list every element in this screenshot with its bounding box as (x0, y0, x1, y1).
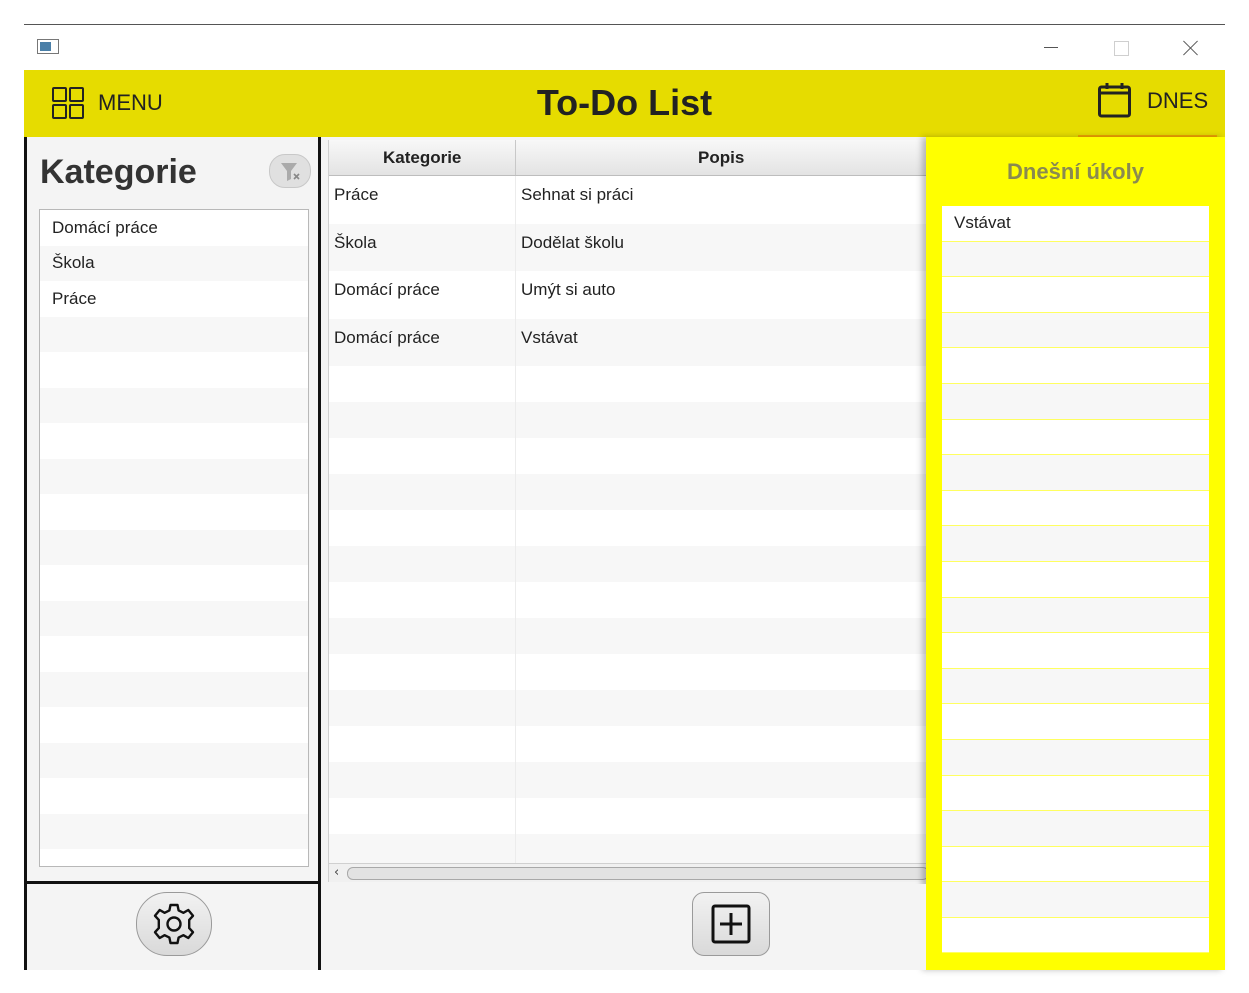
empty-row (942, 348, 1209, 384)
empty-row (329, 618, 927, 654)
empty-row (942, 882, 1209, 918)
empty-row (40, 494, 308, 530)
empty-row (329, 474, 927, 510)
table-header: Kategorie Popis (329, 140, 927, 176)
app-window: MENU To-Do List DNES Kategorie Domácí pr… (24, 24, 1225, 970)
empty-row (40, 636, 308, 672)
categories-title: Kategorie (40, 153, 197, 191)
cell-description: Umýt si auto (516, 271, 927, 319)
empty-row (40, 778, 308, 814)
cell-description: Sehnat si práci (516, 176, 927, 224)
today-label: DNES (1147, 88, 1209, 113)
filter-clear-icon (281, 163, 300, 181)
empty-row (40, 671, 308, 707)
table-row[interactable]: Domácí práce Vstávat (329, 318, 927, 366)
list-item[interactable]: Domácí práce (40, 210, 308, 246)
scroll-left-icon[interactable]: ‹ (334, 865, 339, 880)
scrollbar-thumb[interactable] (347, 867, 927, 880)
calendar-icon (1098, 83, 1131, 118)
clear-filter-button[interactable] (269, 154, 311, 188)
empty-row (942, 739, 1209, 776)
empty-row (329, 438, 927, 474)
empty-row (40, 458, 308, 494)
today-button[interactable]: DNES (1078, 78, 1217, 139)
empty-row (942, 668, 1209, 705)
cell-category: Práce (329, 176, 516, 224)
today-list[interactable]: Vstávat (942, 206, 1209, 953)
column-header-kategorie[interactable]: Kategorie (329, 140, 517, 175)
empty-row (329, 546, 927, 582)
empty-row (942, 704, 1209, 740)
empty-row (40, 387, 308, 423)
column-header-popis[interactable]: Popis (516, 140, 927, 175)
table-row[interactable]: Práce Sehnat si práci (329, 176, 927, 224)
today-title: Dnešní úkoly (1007, 159, 1144, 184)
maximize-button[interactable] (1100, 33, 1140, 63)
app-header: MENU To-Do List DNES (24, 70, 1225, 139)
minimize-button[interactable] (1030, 33, 1070, 63)
empty-row (40, 600, 308, 636)
table-row[interactable]: Škola Dodělat školu (329, 223, 927, 271)
tasks-table[interactable]: Kategorie Popis Práce Sehnat si práci Šk… (328, 140, 927, 882)
empty-row (40, 849, 308, 866)
empty-row (942, 562, 1209, 598)
empty-row (329, 798, 927, 834)
empty-row (40, 813, 308, 849)
settings-button[interactable] (136, 892, 212, 956)
plus-square-icon (711, 904, 751, 944)
empty-row (942, 526, 1209, 562)
close-button[interactable] (1170, 33, 1210, 63)
empty-row (40, 565, 308, 601)
empty-row (329, 366, 927, 402)
empty-row (329, 762, 927, 798)
empty-row (942, 776, 1209, 812)
table-row[interactable]: Domácí práce Umýt si auto (329, 271, 927, 319)
empty-row (40, 316, 308, 352)
empty-row (942, 277, 1209, 313)
categories-panel: Kategorie Domácí práce Škola Práce (24, 137, 321, 884)
empty-row (942, 811, 1209, 847)
empty-row (40, 352, 308, 388)
today-panel: Dnešní úkoly Vstávat (926, 137, 1225, 970)
empty-row (329, 690, 927, 726)
app-title: To-Do List (536, 82, 713, 123)
empty-row (329, 510, 927, 546)
empty-row (942, 633, 1209, 669)
empty-row (329, 402, 927, 438)
empty-row (329, 726, 927, 762)
list-item[interactable]: Škola (40, 245, 308, 281)
empty-row (942, 597, 1209, 634)
empty-row (329, 654, 927, 690)
empty-row (329, 582, 927, 618)
list-item[interactable]: Vstávat (942, 206, 1209, 242)
cell-category: Domácí práce (329, 271, 516, 319)
empty-row (942, 847, 1209, 883)
empty-row (942, 312, 1209, 349)
empty-row (942, 918, 1209, 953)
title-bar (24, 25, 1225, 70)
left-footer (24, 884, 321, 970)
tasks-panel: Kategorie Popis Práce Sehnat si práci Šk… (324, 137, 927, 884)
app-window-icon (37, 39, 59, 54)
empty-row (942, 455, 1209, 491)
cell-description: Dodělat školu (516, 223, 927, 271)
horizontal-scrollbar[interactable]: ‹ (329, 863, 927, 882)
cell-description: Vstávat (516, 318, 927, 366)
add-task-button[interactable] (692, 892, 770, 956)
empty-row (942, 420, 1209, 456)
empty-row (40, 707, 308, 743)
list-item[interactable]: Práce (40, 281, 308, 317)
empty-row (942, 383, 1209, 420)
categories-list[interactable]: Domácí práce Škola Práce (39, 209, 309, 867)
cell-category: Domácí práce (329, 318, 516, 366)
empty-row (942, 241, 1209, 278)
gear-icon (153, 903, 195, 945)
tasks-footer (321, 884, 926, 970)
empty-row (40, 742, 308, 778)
cell-category: Škola (329, 223, 516, 271)
empty-row (40, 529, 308, 565)
empty-row (40, 423, 308, 459)
empty-row (942, 491, 1209, 527)
